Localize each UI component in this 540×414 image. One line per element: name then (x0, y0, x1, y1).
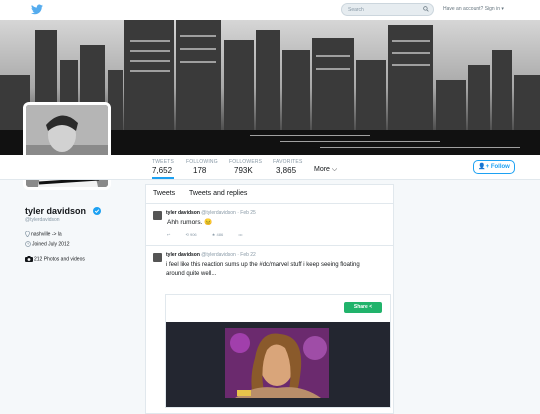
share-icon: < (369, 304, 373, 310)
profile-handle[interactable]: @tylerdavidson (25, 217, 60, 223)
profile-location: nashville -> la (25, 230, 62, 238)
reply-icon[interactable]: ↩ (167, 232, 170, 237)
photos-text: 212 Photos and videos (34, 256, 85, 263)
tweet-text: Ahh rumors. 😐 (167, 219, 213, 226)
timeline-tabs: Tweets Tweets and replies (146, 185, 393, 204)
tab-tweets-list[interactable]: Tweets (153, 190, 175, 197)
tweet-author-name: tyler davidson (166, 252, 200, 258)
retweet-count: 906 (189, 232, 197, 237)
tweets-count: 7,652 (152, 166, 173, 175)
followers-count: 793K (234, 166, 253, 175)
tweet-avatar[interactable] (153, 253, 162, 262)
following-label: FOLLOWING (186, 159, 218, 165)
follow-user-icon: 👤+ (478, 164, 490, 170)
follow-button[interactable]: 👤+ Follow (473, 160, 515, 174)
location-text: nashville -> la (31, 231, 62, 238)
tweet-media-card[interactable]: Share < (165, 294, 391, 408)
tweet-author-name: tyler davidson (166, 210, 200, 216)
tweets-label: TWEETS (152, 159, 175, 165)
more-options-icon[interactable]: ••• (238, 232, 242, 237)
verified-badge-icon (93, 207, 101, 215)
profile-name[interactable]: tyler davidson (25, 206, 86, 216)
search-icon[interactable] (423, 6, 429, 12)
gif-panel[interactable] (166, 322, 390, 407)
tweet-author[interactable]: tyler davidson @tylerdavidson · Feb 25 (166, 210, 256, 216)
tweet-divider (146, 245, 393, 246)
tweet-author-handle: @tylerdavidson · Feb 25 (201, 210, 256, 216)
camera-icon (25, 256, 33, 262)
retweet-icon[interactable]: ⟲ (185, 232, 188, 237)
tweet-text-line1: i feel like this reaction sums up the #d… (166, 262, 360, 268)
share-button[interactable]: Share < (344, 302, 382, 313)
followers-label: FOLLOWERS (229, 159, 263, 165)
tab-tweets-and-replies[interactable]: Tweets and replies (189, 190, 247, 197)
share-label: Share (353, 304, 368, 310)
profile-joined: Joined July 2012 (25, 241, 70, 247)
joined-text: Joined July 2012 (32, 241, 70, 248)
tab-followers[interactable]: FOLLOWERS 793K (229, 159, 262, 175)
signin-link[interactable]: Have an account? Sign in ▾ (443, 6, 504, 12)
follow-label: Follow (490, 164, 510, 170)
gif-image (225, 328, 329, 398)
search-input[interactable]: Search (341, 3, 434, 16)
tab-following[interactable]: FOLLOWING 178 (186, 159, 218, 175)
top-bar: Search Have an account? Sign in ▾ (0, 0, 540, 21)
favorites-label: FAVORITES (273, 159, 303, 165)
tweet-avatar[interactable] (153, 211, 162, 220)
tweet-author[interactable]: tyler davidson @tylerdavidson · Feb 22 (166, 252, 256, 258)
profile-photos-link[interactable]: 212 Photos and videos (25, 256, 85, 262)
tweet-actions: ↩ ⟲ 906 ★ 486 ••• (167, 232, 243, 237)
following-count: 178 (193, 166, 207, 175)
search-placeholder: Search (348, 7, 364, 13)
profile-nav: TWEETS 7,652 FOLLOWING 178 FOLLOWERS 793… (0, 155, 540, 180)
tab-favorites[interactable]: FAVORITES 3,865 (273, 159, 303, 175)
tweet-author-handle: @tylerdavidson · Feb 22 (201, 252, 256, 258)
tab-tweets[interactable]: TWEETS 7,652 (152, 159, 175, 179)
favorite-count: 486 (216, 232, 224, 237)
location-pin-icon (25, 230, 30, 238)
more-dropdown[interactable]: More ⌵ (314, 166, 337, 174)
favorite-icon[interactable]: ★ (212, 232, 216, 237)
clock-icon (25, 241, 31, 247)
timeline: Tweets Tweets and replies tyler davidson… (145, 184, 394, 414)
favorites-count: 3,865 (276, 166, 297, 175)
tweet-text-line2: around quite well... (166, 271, 217, 277)
twitter-bird-icon[interactable] (31, 4, 43, 15)
